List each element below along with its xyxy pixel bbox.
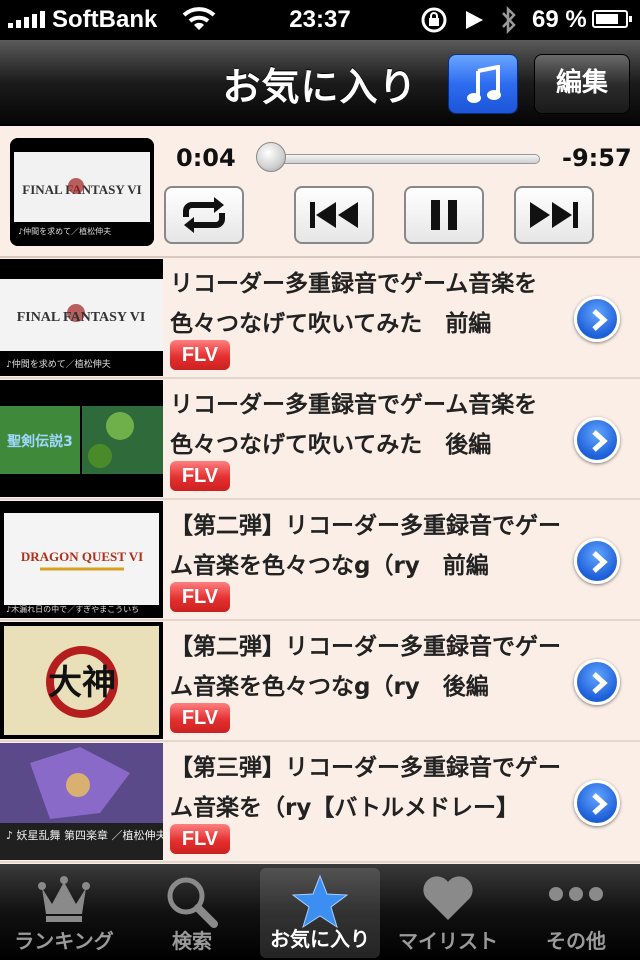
previous-icon bbox=[310, 202, 358, 228]
tab-label: マイリスト bbox=[398, 929, 498, 953]
tab-label: ランキング bbox=[14, 929, 114, 953]
video-thumbnail: 聖剣伝説3 bbox=[0, 380, 163, 497]
favorites-list: FINAL FANTASY VI ♪仲間を求めて／植松伸夫 リコーダー多重録音で… bbox=[0, 258, 640, 864]
video-title: 【第三弾】リコーダー多重録音でゲーム音楽を（ry【バトルメドレー】 bbox=[170, 755, 561, 821]
now-playing-caption: ♪仲間を求めて／植松伸夫 bbox=[18, 226, 111, 236]
video-title: 【第二弾】リコーダー多重録音でゲーム音楽を色々つなg（ry 前編 bbox=[170, 513, 561, 579]
tab-more[interactable]: その他 bbox=[512, 864, 640, 960]
status-bar: SoftBank 23:37 69 % bbox=[0, 0, 640, 40]
remaining-time: -9:57 bbox=[562, 144, 632, 172]
navigation-bar: お気に入り 編集 bbox=[0, 40, 640, 126]
video-title: 【第二弾】リコーダー多重録音でゲーム音楽を色々つなg（ry 後編 bbox=[170, 634, 561, 700]
tab-ranking[interactable]: ランキング bbox=[0, 864, 128, 960]
list-item[interactable]: 聖剣伝説3 リコーダー多重録音でゲーム音楽を色々つなげて吹いてみた 後編 FLV bbox=[0, 379, 640, 500]
rotation-lock-icon bbox=[421, 7, 447, 33]
chevron-right-icon bbox=[592, 430, 608, 452]
tab-label: その他 bbox=[546, 929, 606, 953]
star-icon bbox=[291, 874, 349, 929]
tab-favorites[interactable]: お気に入り bbox=[260, 868, 380, 958]
chevron-right-icon bbox=[592, 309, 608, 331]
repeat-icon bbox=[183, 197, 225, 233]
progress-slider[interactable] bbox=[262, 154, 540, 164]
battery-icon bbox=[592, 10, 632, 28]
pause-icon bbox=[431, 200, 457, 230]
svg-text:大神: 大神 bbox=[48, 663, 116, 703]
video-thumbnail: FINAL FANTASY VI ♪仲間を求めて／植松伸夫 bbox=[0, 259, 163, 376]
format-badge: FLV bbox=[170, 461, 230, 491]
svg-text:FINAL FANTASY VI: FINAL FANTASY VI bbox=[17, 310, 146, 325]
tab-label: 検索 bbox=[172, 929, 212, 953]
magnifier-icon bbox=[167, 877, 218, 928]
bluetooth-icon bbox=[502, 5, 516, 35]
progress-thumb[interactable] bbox=[255, 142, 286, 172]
detail-disclosure-button[interactable] bbox=[574, 659, 620, 705]
svg-text:♪ 妖星乱舞 第四楽章 ／植松伸夫: ♪ 妖星乱舞 第四楽章 ／植松伸夫 bbox=[6, 828, 163, 842]
now-playing-button[interactable] bbox=[448, 54, 518, 114]
chevron-right-icon bbox=[592, 793, 608, 815]
video-title: リコーダー多重録音でゲーム音楽を色々つなげて吹いてみた 前編 bbox=[170, 271, 538, 337]
format-badge: FLV bbox=[170, 340, 230, 370]
video-thumbnail: ♪ 妖星乱舞 第四楽章 ／植松伸夫 bbox=[0, 743, 163, 860]
battery-percentage: 69 % bbox=[532, 6, 587, 33]
tab-bar: ランキング 検索 お気に入り マイリスト その他 bbox=[0, 864, 640, 960]
tab-search[interactable]: 検索 bbox=[128, 864, 256, 960]
previous-button[interactable] bbox=[294, 186, 374, 244]
page-title: お気に入り bbox=[222, 65, 418, 109]
more-dots-icon bbox=[549, 887, 603, 901]
next-button[interactable] bbox=[514, 186, 594, 244]
detail-disclosure-button[interactable] bbox=[574, 417, 620, 463]
format-badge: FLV bbox=[170, 824, 230, 854]
list-item[interactable]: FINAL FANTASY VI ♪仲間を求めて／植松伸夫 リコーダー多重録音で… bbox=[0, 258, 640, 379]
tab-mylist[interactable]: マイリスト bbox=[384, 864, 512, 960]
video-title: リコーダー多重録音でゲーム音楽を色々つなげて吹いてみた 後編 bbox=[170, 392, 538, 458]
format-badge: FLV bbox=[170, 703, 230, 733]
video-thumbnail: 大神 bbox=[0, 622, 163, 739]
elapsed-time: 0:04 bbox=[176, 144, 236, 172]
video-thumbnail: DRAGON QUEST VI ♪木漏れ日の中で／すぎやまこういち bbox=[0, 501, 163, 618]
list-item[interactable]: 大神 【第二弾】リコーダー多重録音でゲーム音楽を色々つなg（ry 後編 FLV bbox=[0, 621, 640, 742]
svg-text:DRAGON QUEST VI: DRAGON QUEST VI bbox=[21, 549, 143, 564]
svg-text:♪木漏れ日の中で／すぎやまこういち: ♪木漏れ日の中で／すぎやまこういち bbox=[6, 604, 139, 614]
now-playing-icon bbox=[466, 11, 483, 29]
detail-disclosure-button[interactable] bbox=[574, 538, 620, 584]
list-item[interactable]: ♪ 妖星乱舞 第四楽章 ／植松伸夫 【第三弾】リコーダー多重録音でゲーム音楽を（… bbox=[0, 742, 640, 863]
format-badge: FLV bbox=[170, 582, 230, 612]
list-item[interactable]: DRAGON QUEST VI ♪木漏れ日の中で／すぎやまこういち 【第二弾】リ… bbox=[0, 500, 640, 621]
crown-icon bbox=[38, 876, 90, 922]
svg-text:♪仲間を求めて／植松伸夫: ♪仲間を求めて／植松伸夫 bbox=[6, 358, 111, 370]
repeat-button[interactable] bbox=[164, 186, 244, 244]
mini-player: FINAL FANTASY VI ♪仲間を求めて／植松伸夫 0:04 -9:57 bbox=[0, 126, 640, 258]
svg-text:聖剣伝説3: 聖剣伝説3 bbox=[7, 433, 73, 450]
now-playing-thumbnail[interactable]: FINAL FANTASY VI ♪仲間を求めて／植松伸夫 bbox=[10, 138, 154, 246]
edit-button[interactable]: 編集 bbox=[534, 54, 630, 114]
chevron-right-icon bbox=[592, 672, 608, 694]
music-note-icon bbox=[467, 65, 501, 103]
detail-disclosure-button[interactable] bbox=[574, 780, 620, 826]
detail-disclosure-button[interactable] bbox=[574, 296, 620, 342]
next-icon bbox=[530, 202, 578, 228]
pause-button[interactable] bbox=[404, 186, 484, 244]
chevron-right-icon bbox=[592, 551, 608, 573]
tab-label: お気に入り bbox=[270, 927, 370, 951]
heart-icon bbox=[423, 876, 473, 920]
